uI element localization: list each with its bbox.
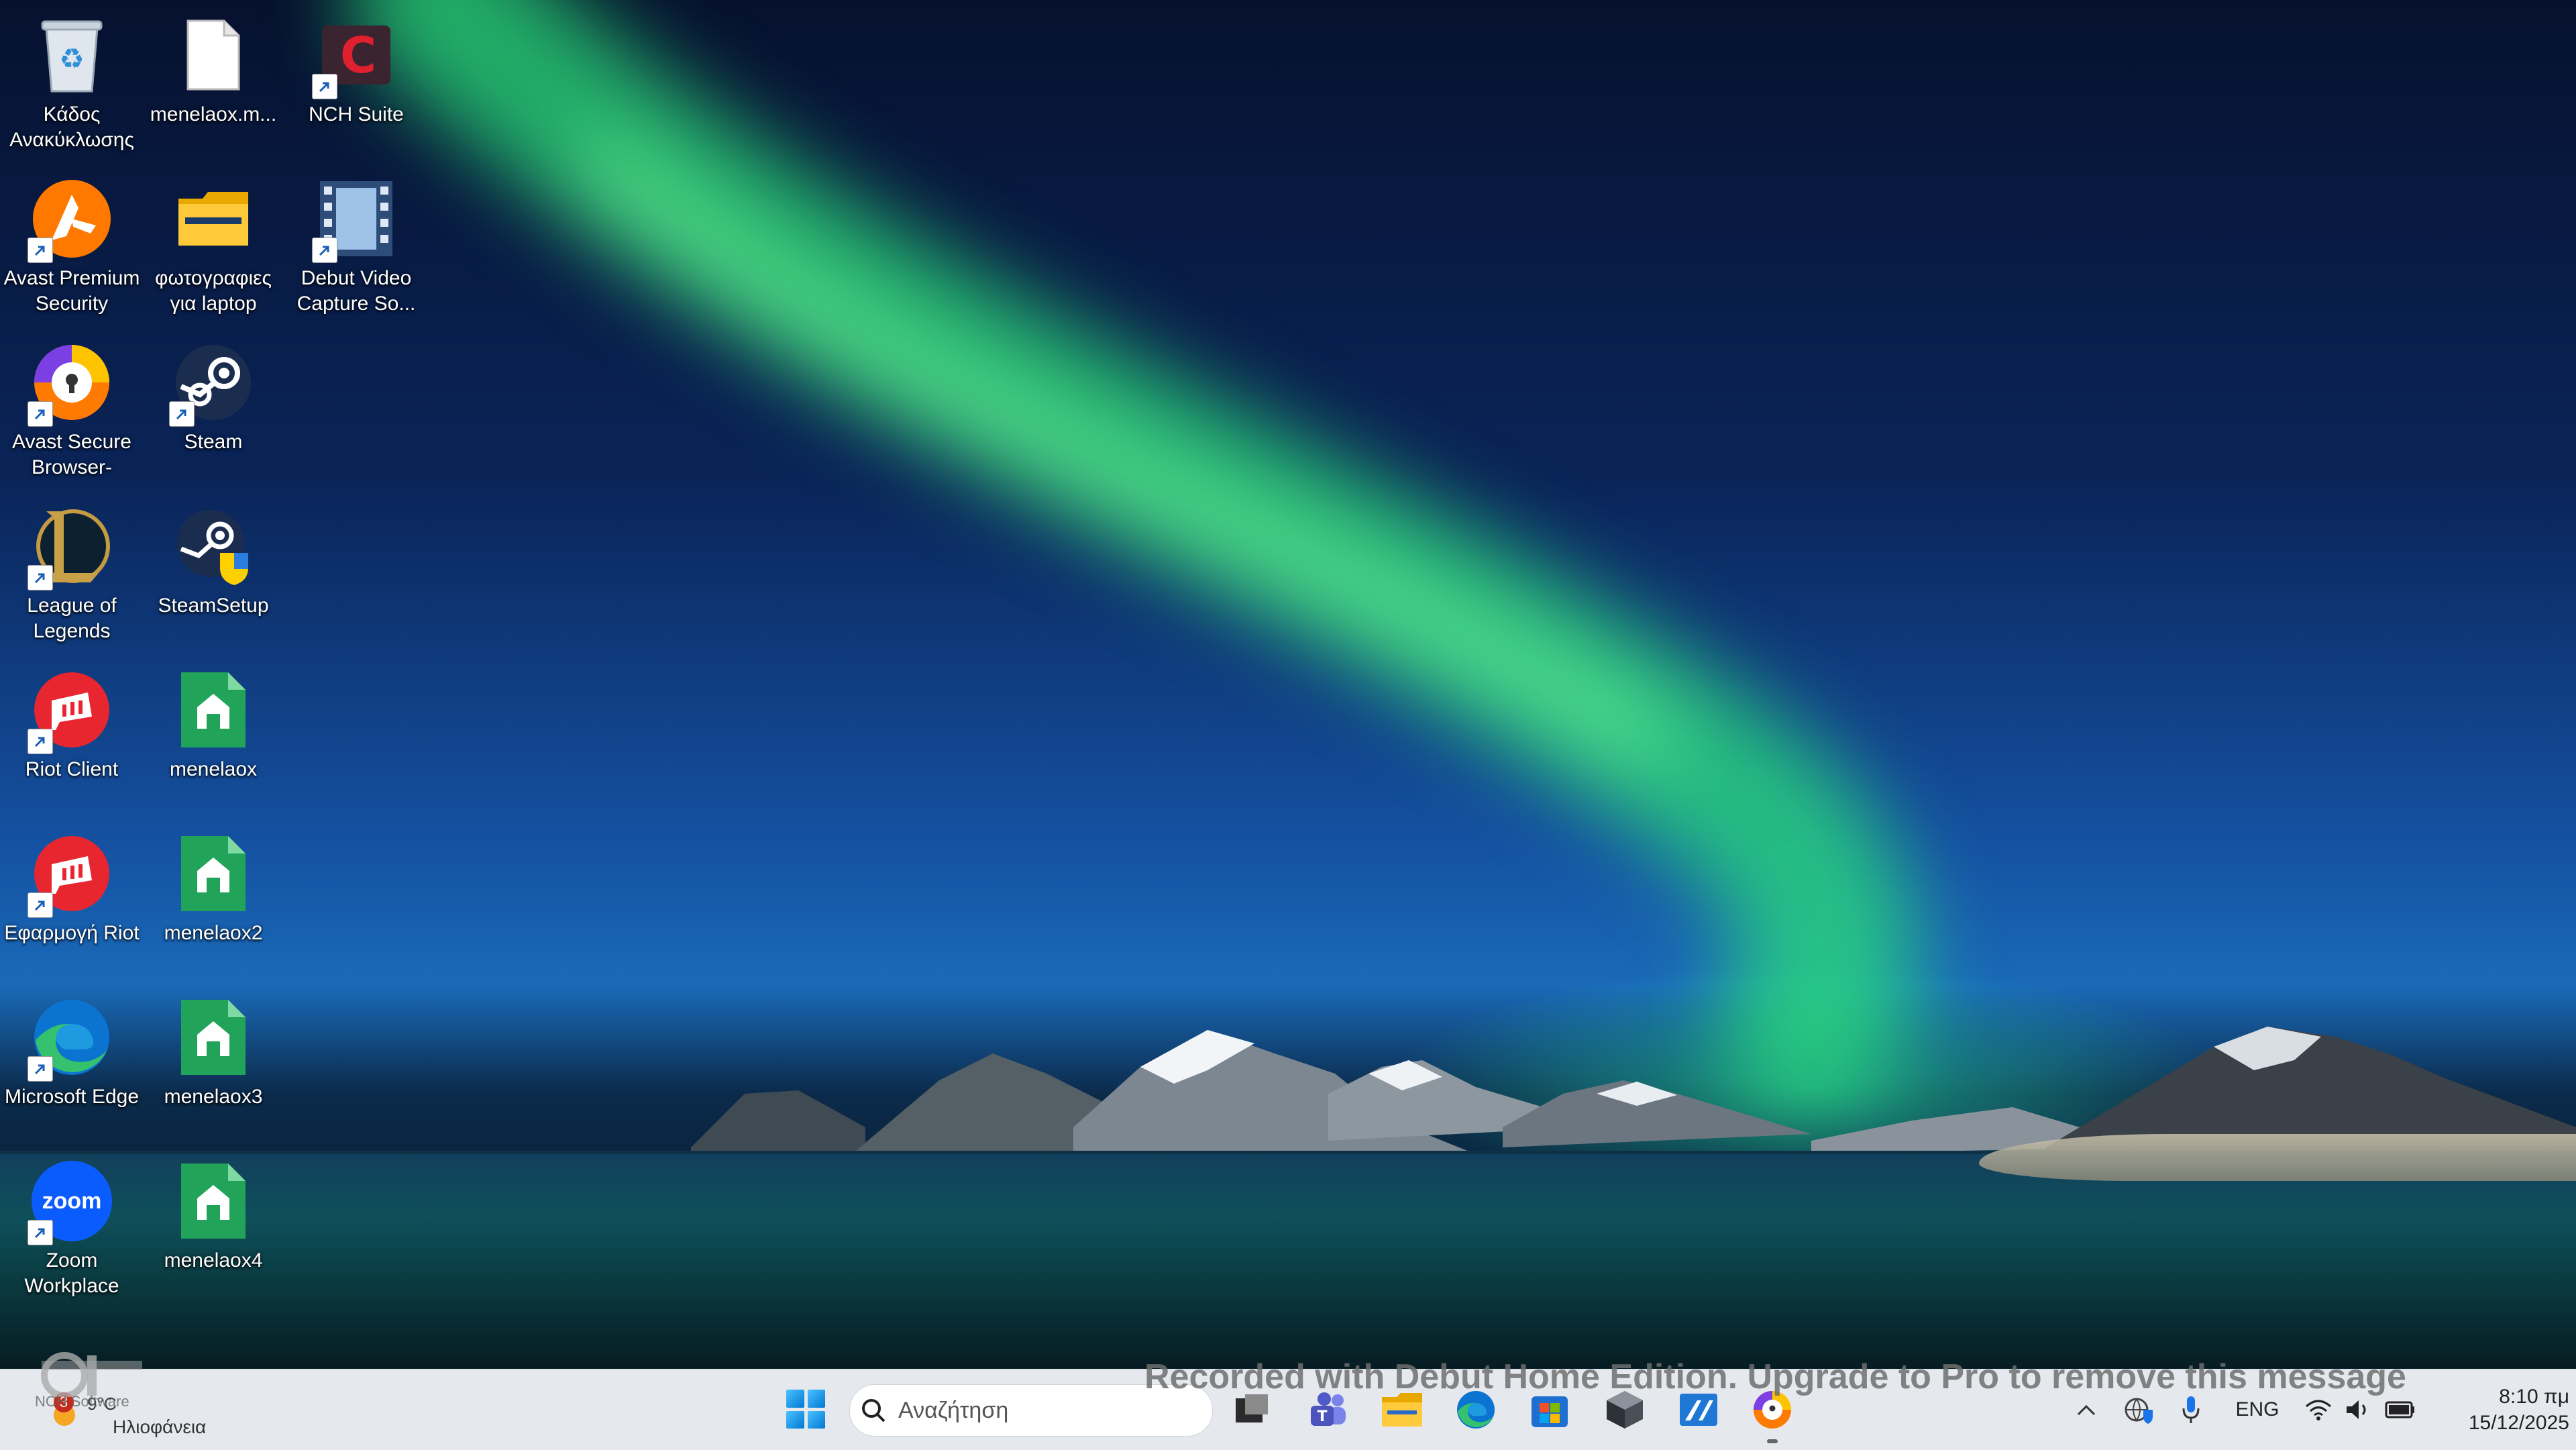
desktop-icon-label: menelaox [169, 758, 258, 780]
windows-logo-tile [786, 1410, 804, 1429]
windows-logo-tile [807, 1390, 825, 1408]
shortcut-arrow-icon [28, 892, 53, 918]
file-explorer-icon [1382, 1393, 1422, 1427]
folder-icon [172, 177, 255, 260]
desktop-icon-label: menelaox.m... [150, 103, 277, 125]
desktop-icon-menelaox4[interactable]: menelaox4 [143, 1147, 284, 1308]
windows-logo-tile [786, 1390, 804, 1408]
avast-icon [28, 177, 113, 263]
svg-text:♻: ♻ [59, 42, 85, 75]
desktop-icon-label: φωτογραφιες για laptop [155, 267, 272, 315]
shortcut-arrow-icon [312, 74, 337, 99]
file-icon [172, 13, 255, 97]
desktop-icon-zoom-workplace[interactable]: zoom Zoom Workplace [1, 1147, 142, 1308]
desktop-icon-label: menelaox3 [164, 1086, 263, 1108]
desktop-icon-menelaox-file[interactable]: menelaox.m... [143, 1, 284, 162]
search-input[interactable] [897, 1396, 1181, 1425]
microphone-tray-button[interactable] [2174, 1392, 2208, 1427]
desktop-icon-league-of-legends[interactable]: League of Legends [1, 493, 142, 654]
desktop-icon-steam-setup[interactable]: SteamSetup [143, 493, 284, 654]
start-button[interactable] [782, 1386, 829, 1433]
desktop-icon-label: Riot Client [25, 758, 119, 780]
riot-client-icon [28, 668, 113, 754]
desktop-icon-recycle-bin[interactable]: ♻ Κάδος Ανακύκλωσης [1, 1, 142, 162]
desktop-icon-label: SteamSetup [158, 594, 269, 617]
show-hidden-icons-button[interactable] [2069, 1392, 2104, 1427]
shortcut-arrow-icon [28, 729, 53, 754]
green-house-icon [172, 832, 255, 915]
desktop-icon-label: Κάδος Ανακύκλωσης [9, 103, 134, 151]
desktop-icon-label: League of Legends [27, 594, 117, 642]
desktop-icon-debut-video[interactable]: Debut Video Capture So... [286, 165, 427, 326]
svg-text:C: C [340, 27, 376, 85]
desktop-icon-label: menelaox4 [164, 1249, 263, 1272]
desktop-icon-photos-folder[interactable]: φωτογραφιες για laptop [143, 165, 284, 326]
shortcut-arrow-icon [28, 238, 53, 263]
svg-text:T: T [1317, 1408, 1327, 1425]
green-house-icon [172, 996, 255, 1079]
nch-software-overlay: NCH Software [35, 1350, 149, 1417]
green-house-icon [172, 668, 255, 752]
nch-logo-icon [41, 1352, 142, 1399]
recycle-bin-icon: ♻ [30, 13, 113, 97]
microphone-icon [2182, 1396, 2200, 1423]
desktop-icon-steam[interactable]: Steam [143, 329, 284, 490]
riot-app-icon [28, 832, 113, 918]
shortcut-arrow-icon [28, 1220, 53, 1245]
clock-date: 15/12/2025 [2468, 1412, 2569, 1434]
desktop-icon-label: Avast Secure Browser- [12, 431, 131, 478]
language-indicator[interactable]: ENG [2227, 1392, 2288, 1427]
shortcut-arrow-icon [28, 1056, 53, 1082]
steam-icon [169, 341, 255, 427]
edge-icon [28, 996, 113, 1082]
volume-tray-button[interactable] [2341, 1392, 2375, 1427]
speaker-icon [2347, 1400, 2366, 1419]
search-icon [850, 1397, 897, 1424]
desktop-icon-label: Zoom Workplace [24, 1249, 119, 1297]
steam-setup-icon [172, 505, 255, 588]
sea [0, 1154, 2576, 1369]
desktop-icon-label: Avast Premium Security [3, 267, 140, 315]
beach [1979, 1134, 2576, 1181]
vpn-tray-button[interactable] [2120, 1392, 2157, 1427]
desktop-icon-label: NCH Suite [309, 103, 404, 125]
battery-icon [2385, 1401, 2414, 1418]
shortcut-arrow-icon [28, 401, 53, 427]
desktop-icon-label: menelaox2 [164, 922, 263, 944]
desktop-icon-label: Εφαρμογή Riot [4, 922, 140, 944]
task-view-icon [1236, 1394, 1268, 1422]
windows-logo-tile [807, 1410, 825, 1429]
weather-condition: Ηλιοφάνεια [113, 1416, 207, 1437]
battery-tray-button[interactable] [2381, 1392, 2419, 1427]
nch-suite-icon: C [312, 13, 398, 99]
desktop-icon-label: Steam [184, 431, 243, 453]
avast-browser-icon [28, 341, 113, 427]
shortcut-arrow-icon [169, 401, 195, 427]
desktop-icon-menelaox[interactable]: menelaox [143, 656, 284, 817]
desktop-icon-riot-app[interactable]: Εφαρμογή Riot [1, 820, 142, 981]
wifi-icon [2306, 1400, 2331, 1420]
debut-video-icon [312, 177, 398, 263]
zoom-icon: zoom [28, 1159, 113, 1245]
league-of-legends-icon [28, 505, 113, 590]
globe-shield-icon [2125, 1398, 2153, 1424]
desktop-icon-label: Debut Video Capture So... [297, 267, 416, 315]
desktop-icon-label: Microsoft Edge [4, 1086, 140, 1108]
desktop-icon-avast-premium[interactable]: Avast Premium Security [1, 165, 142, 326]
zoom-logo-text: zoom [42, 1188, 102, 1214]
green-house-icon [172, 1159, 255, 1243]
desktop-icon-menelaox2[interactable]: menelaox2 [143, 820, 284, 981]
desktop-icon-avast-browser[interactable]: Avast Secure Browser- [1, 329, 142, 490]
shortcut-arrow-icon [312, 238, 337, 263]
shortcut-arrow-icon [28, 565, 53, 590]
nch-software-text: NCH Software [35, 1393, 129, 1410]
desktop-icon-riot-client[interactable]: Riot Client [1, 656, 142, 817]
desktop-icon-menelaox3[interactable]: menelaox3 [143, 984, 284, 1145]
chevron-up-icon [2077, 1404, 2096, 1416]
desktop-icon-nch-suite[interactable]: C NCH Suite [286, 1, 427, 162]
recording-watermark: Recorded with Debut Home Edition. Upgrad… [1144, 1357, 2406, 1396]
wifi-tray-button[interactable] [2301, 1392, 2336, 1427]
desktop-icon-microsoft-edge[interactable]: Microsoft Edge [1, 984, 142, 1145]
